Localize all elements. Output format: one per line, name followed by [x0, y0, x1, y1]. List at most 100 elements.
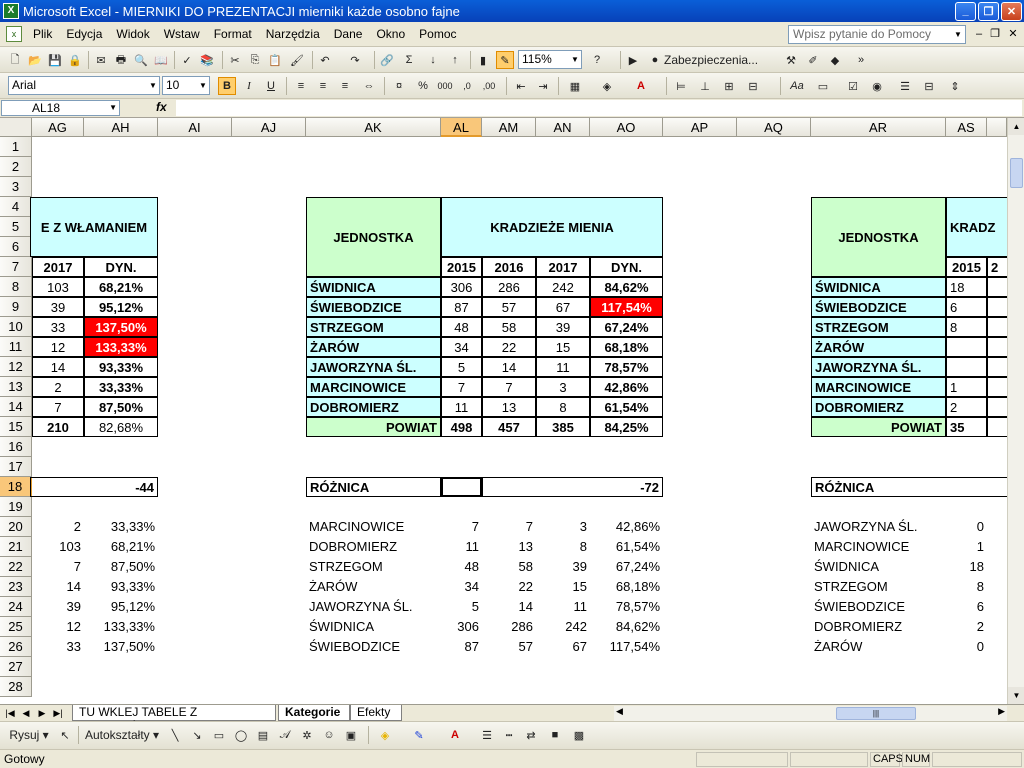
doc-restore-icon[interactable]: ❐ — [988, 27, 1002, 41]
menu-widok[interactable]: Widok — [109, 27, 156, 41]
table1-value-dyn[interactable]: 87,50% — [84, 397, 158, 417]
research-icon[interactable]: 📖 — [152, 51, 170, 69]
table2-unit-name[interactable]: ŚWIEBODZICE — [306, 297, 441, 317]
doc-minimize-icon[interactable]: – — [972, 27, 986, 41]
table2-sorted-2015[interactable]: 7 — [441, 517, 482, 537]
prev-sheet-icon[interactable]: ◀ — [20, 706, 32, 720]
listbox-icon[interactable]: ☰ — [896, 77, 914, 95]
table2-unit-name[interactable]: JAWORZYNA ŚL. — [306, 357, 441, 377]
table2-sorted-dyn[interactable]: 78,57% — [590, 597, 663, 617]
table1-value-2017[interactable]: 7 — [32, 397, 84, 417]
autoshapes-menu-button[interactable]: Autokształty ▾ — [82, 726, 162, 744]
distribute-icon[interactable]: ⊥ — [696, 77, 714, 95]
table1-sorted-2017[interactable]: 103 — [32, 537, 84, 557]
draw-menu-button[interactable]: Rysuj ▾ — [6, 726, 52, 744]
table2-sorted-2015[interactable]: 5 — [441, 597, 482, 617]
borders-icon[interactable]: ▦ — [566, 77, 584, 95]
table2-unit-name[interactable]: STRZEGOM — [306, 317, 441, 337]
menu-edycja[interactable]: Edycja — [59, 27, 109, 41]
help-icon[interactable]: ? — [588, 51, 606, 69]
sort-descending-icon[interactable]: ↑ — [446, 51, 464, 69]
table2-sorted-name[interactable]: ŚWIEBODZICE — [306, 637, 441, 657]
permission-icon[interactable]: 🔒 — [66, 51, 84, 69]
table2-value-dyn[interactable]: 117,54% — [590, 297, 663, 317]
menu-format[interactable]: Format — [207, 27, 259, 41]
font-color-draw-icon[interactable]: A — [446, 726, 464, 744]
row-header-27[interactable]: 27 — [0, 657, 32, 677]
table3-unit-name[interactable]: STRZEGOM — [811, 317, 946, 337]
align-group-icon[interactable]: ⊨ — [672, 77, 690, 95]
chevron-down-icon[interactable]: ▼ — [951, 26, 965, 43]
table2-value-2015[interactable]: 11 — [441, 397, 482, 417]
last-sheet-icon[interactable]: ▶| — [52, 706, 64, 720]
table2-sorted-2017[interactable]: 39 — [536, 557, 590, 577]
name-box[interactable]: AL18 ▼ — [1, 100, 120, 116]
bold-button[interactable]: B — [218, 77, 236, 95]
table2-value-dyn[interactable]: 84,62% — [590, 277, 663, 297]
table1-sorted-2017[interactable]: 2 — [32, 517, 84, 537]
diagram-icon[interactable]: ✲ — [298, 726, 316, 744]
row-header-24[interactable]: 24 — [0, 597, 32, 617]
table2-value-2017[interactable]: 8 — [536, 397, 590, 417]
table2-roznica[interactable]: -72 — [482, 477, 663, 497]
security-button[interactable]: Zabezpieczenia... — [664, 51, 774, 69]
table2-value-dyn[interactable]: 68,18% — [590, 337, 663, 357]
paste-icon[interactable]: 📋 — [266, 51, 284, 69]
table3-unit-name[interactable]: DOBROMIERZ — [811, 397, 946, 417]
table3-sorted-name[interactable]: ŚWIDNICA — [811, 557, 946, 577]
row-header-5[interactable]: 5 — [0, 217, 32, 237]
menu-pomoc[interactable]: Pomoc — [412, 27, 463, 41]
undo-icon[interactable]: ↶ — [316, 51, 334, 69]
increase-indent-icon[interactable]: ⇥ — [534, 77, 552, 95]
table3-sorted-2015[interactable]: 18 — [946, 557, 987, 577]
checkbox-tool-icon[interactable]: ☑ — [844, 77, 862, 95]
table2-unit-name[interactable]: ŻARÓW — [306, 337, 441, 357]
table3-value-2015[interactable]: 18 — [946, 277, 987, 297]
row-header-2[interactable]: 2 — [0, 157, 32, 177]
table2-powiat-label[interactable]: POWIAT — [306, 417, 441, 437]
cut-icon[interactable]: ✂ — [226, 51, 244, 69]
font-color-icon[interactable]: A — [632, 77, 650, 95]
table3-sorted-name[interactable]: STRZEGOM — [811, 577, 946, 597]
row-header-10[interactable]: 10 — [0, 317, 32, 337]
table1-sorted-dyn[interactable]: 133,33% — [84, 617, 158, 637]
table2-value-2017[interactable]: 39 — [536, 317, 590, 337]
table2-value-2017[interactable]: 3 — [536, 377, 590, 397]
row-header-19[interactable]: 19 — [0, 497, 32, 517]
row-header-3[interactable]: 3 — [0, 177, 32, 197]
table2-value-2016[interactable]: 57 — [482, 297, 536, 317]
table2-value-2016[interactable]: 14 — [482, 357, 536, 377]
table2-sorted-2017[interactable]: 242 — [536, 617, 590, 637]
table3-title[interactable]: KRADZ — [946, 197, 1010, 257]
merge-center-icon[interactable]: ⇔ — [360, 77, 378, 95]
table2-sorted-name[interactable]: DOBROMIERZ — [306, 537, 441, 557]
scroll-left-icon[interactable]: ◀ — [616, 706, 623, 717]
arrow-icon[interactable]: ↘ — [188, 726, 206, 744]
underline-button[interactable]: U — [262, 77, 280, 95]
align-left-icon[interactable]: ≡ — [292, 77, 310, 95]
column-header-aj[interactable]: AJ — [232, 118, 306, 137]
vertical-scrollbar[interactable]: ▲ ▼ — [1007, 118, 1024, 704]
table1-col-dyn[interactable]: DYN. — [84, 257, 158, 277]
table2-value-2016[interactable]: 13 — [482, 397, 536, 417]
menu-wstaw[interactable]: Wstaw — [157, 27, 207, 41]
table1-value-2017[interactable]: 103 — [32, 277, 84, 297]
table2-sorted-dyn[interactable]: 67,24% — [590, 557, 663, 577]
oval-icon[interactable]: ◯ — [232, 726, 250, 744]
format-painter-icon[interactable]: 🖌 — [288, 51, 306, 69]
table1-value-2017[interactable]: 14 — [32, 357, 84, 377]
option-button-icon[interactable]: ◉ — [868, 77, 886, 95]
row-header-15[interactable]: 15 — [0, 417, 32, 437]
chart-wizard-icon[interactable]: ▮ — [474, 51, 492, 69]
chevron-down-icon[interactable]: ▼ — [147, 77, 159, 94]
horizontal-scrollbar[interactable]: ◀ ||| ▶ — [614, 706, 1007, 721]
row-header-21[interactable]: 21 — [0, 537, 32, 557]
spreadsheet-grid[interactable]: AG AH AI AJ AK AL AM AN AO AP AQ AR AS 1 2 3 4 5 6 7 8 9 10 11… — [0, 118, 1024, 704]
table1-value-dyn[interactable]: 93,33% — [84, 357, 158, 377]
scrollbar-tool-icon[interactable]: ⇕ — [946, 77, 964, 95]
autosum-icon[interactable]: Σ — [400, 51, 418, 69]
row-header-6[interactable]: 6 — [0, 237, 32, 257]
table2-sorted-2017[interactable]: 3 — [536, 517, 590, 537]
group-icon[interactable]: ⊟ — [744, 77, 762, 95]
record-icon[interactable]: ● — [646, 51, 664, 69]
